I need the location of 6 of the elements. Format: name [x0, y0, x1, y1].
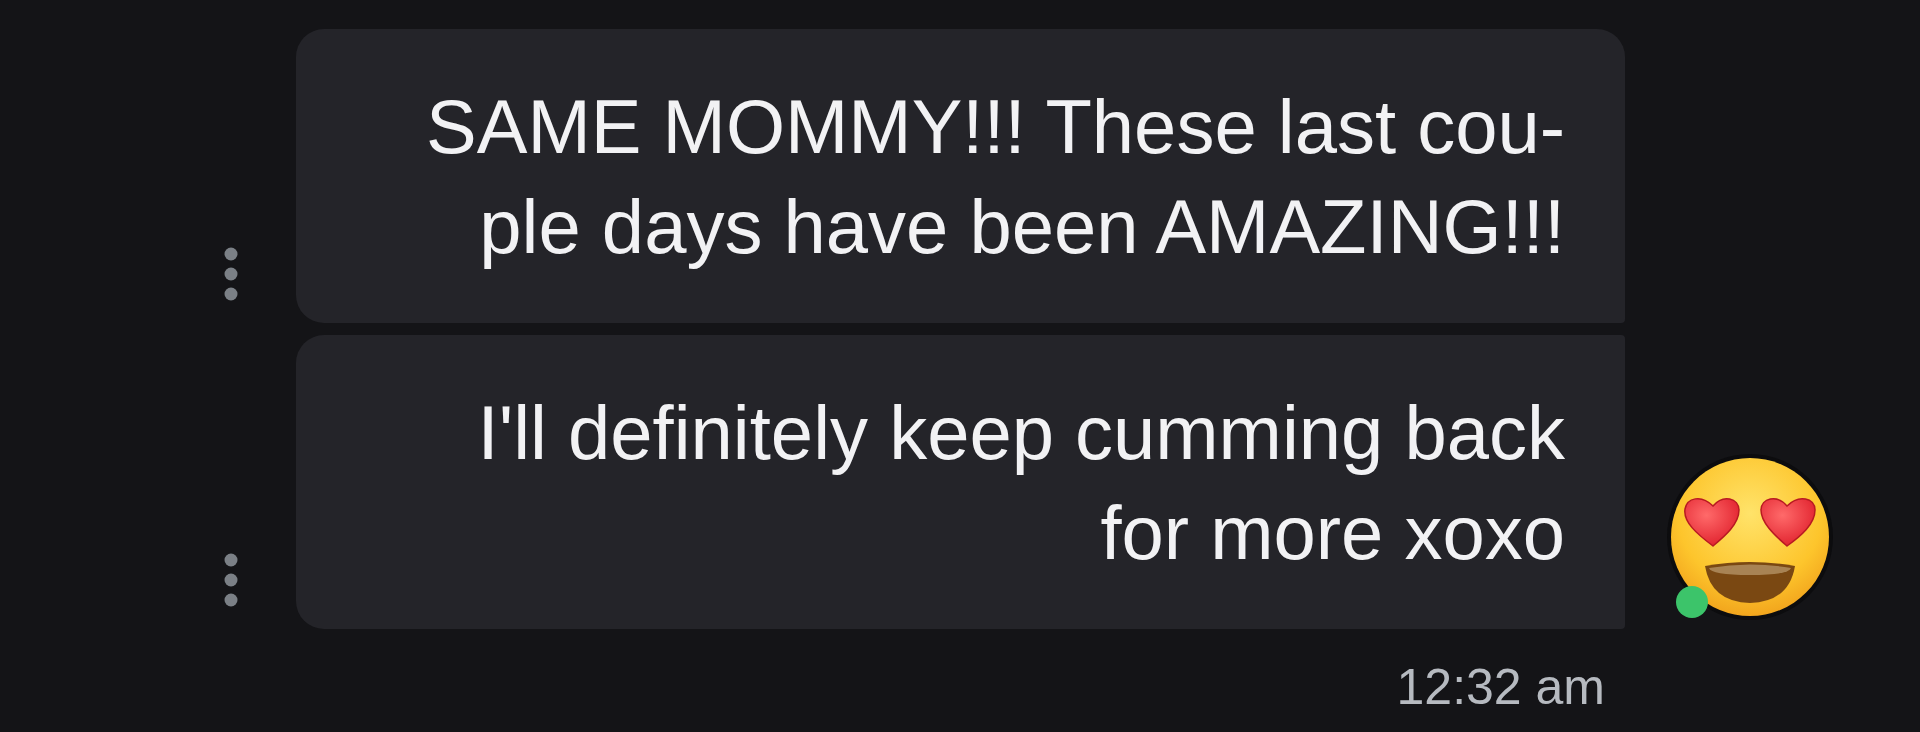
- message-bubble: SAME MOMMY!!! These last cou- ple days have been AMAZING!!!: [296, 29, 1625, 323]
- heart-eyes-emoji-icon: [1667, 454, 1833, 620]
- message-timestamp: 12:32 am: [1396, 658, 1605, 717]
- message-bubble: I'll definitely keep cumming back for more xoxo: [296, 335, 1625, 629]
- more-options-icon[interactable]: [224, 553, 238, 607]
- more-options-icon[interactable]: [224, 247, 238, 301]
